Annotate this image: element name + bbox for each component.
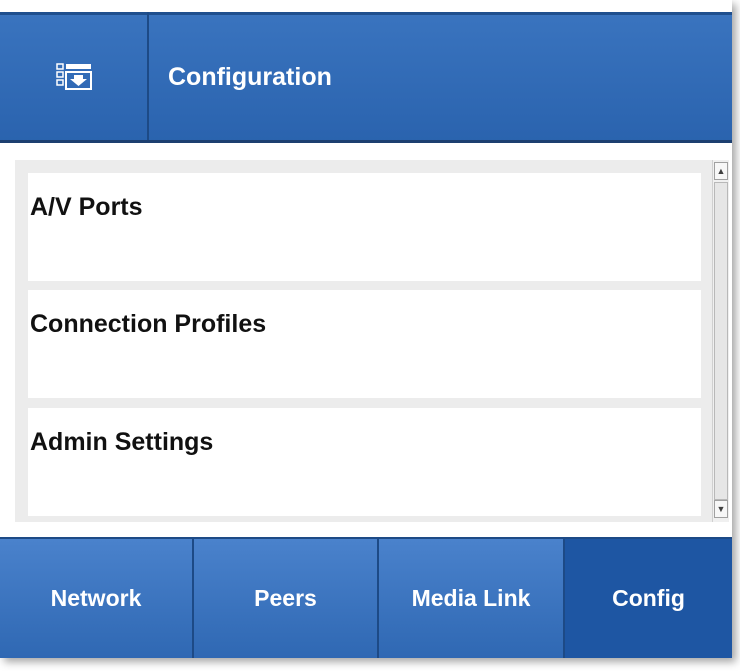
scroll-down-button[interactable]: ▼: [714, 500, 728, 518]
page-title: Configuration: [168, 63, 332, 91]
tab-config[interactable]: Config: [565, 539, 732, 658]
header-icon-button[interactable]: [0, 12, 149, 142]
list-item-av-ports[interactable]: A/V Ports: [28, 173, 701, 281]
list-item-label: A/V Ports: [30, 193, 143, 221]
tab-label: Config: [612, 585, 685, 611]
app-window: Configuration A/V Ports Connection Profi…: [0, 0, 732, 658]
list-item-connection-profiles[interactable]: Connection Profiles: [28, 290, 701, 398]
scroll-thumb[interactable]: [714, 182, 728, 500]
tab-media-link[interactable]: Media Link: [379, 539, 565, 658]
bottom-nav: Network Peers Media Link Config: [0, 537, 732, 658]
arrow-down-icon: ▼: [716, 504, 726, 514]
config-menu-list: A/V Ports Connection Profiles Admin Sett…: [15, 160, 712, 522]
tab-label: Peers: [254, 585, 317, 611]
scroll-up-button[interactable]: ▲: [714, 162, 728, 180]
list-item-label: Connection Profiles: [30, 310, 267, 338]
vertical-scrollbar[interactable]: ▲ ▼: [712, 160, 729, 522]
tab-network[interactable]: Network: [0, 539, 194, 658]
tab-label: Media Link: [411, 585, 531, 611]
list-item-admin-settings[interactable]: Admin Settings: [28, 408, 701, 516]
config-download-icon: [55, 63, 92, 90]
app-frame: Configuration A/V Ports Connection Profi…: [0, 0, 740, 671]
arrow-up-icon: ▲: [716, 166, 726, 176]
list-item-label: Admin Settings: [30, 428, 214, 456]
tab-peers[interactable]: Peers: [194, 539, 379, 658]
tab-label: Network: [50, 585, 142, 611]
header-divider-bottom: [0, 140, 732, 143]
